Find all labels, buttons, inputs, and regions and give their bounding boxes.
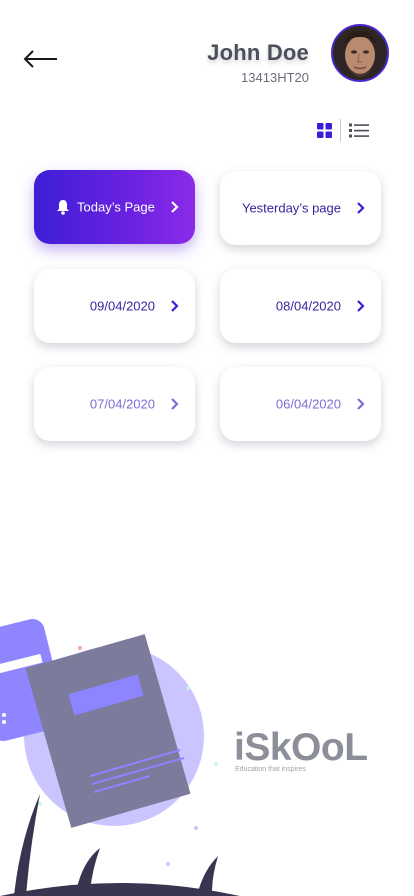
chevron-right-icon bbox=[357, 398, 365, 410]
card-label: Yesterday’s page bbox=[241, 200, 341, 216]
card-yesterdays-page[interactable]: Yesterday’s page bbox=[220, 171, 381, 245]
back-button[interactable] bbox=[20, 44, 64, 74]
user-name: John Doe bbox=[207, 40, 309, 65]
toggle-divider bbox=[340, 119, 341, 142]
user-info: John Doe 13413HT20 bbox=[207, 40, 309, 85]
card-date-page[interactable]: 07/04/2020 bbox=[34, 367, 195, 441]
card-date-page[interactable]: 09/04/2020 bbox=[34, 269, 195, 343]
arrow-left-icon bbox=[23, 50, 57, 68]
card-label: Today’s Page bbox=[77, 199, 155, 215]
bell-icon bbox=[57, 200, 69, 215]
brand-tagline: Education that inspires bbox=[235, 766, 306, 773]
list-view-icon bbox=[349, 123, 369, 138]
chevron-right-icon bbox=[171, 201, 179, 213]
grid-view-button[interactable] bbox=[316, 122, 333, 139]
card-label: 08/04/2020 bbox=[275, 298, 341, 314]
grid-view-icon bbox=[317, 123, 332, 138]
user-id: 13413HT20 bbox=[241, 70, 309, 85]
view-toggle bbox=[316, 119, 372, 143]
card-label: 09/04/2020 bbox=[89, 298, 155, 314]
list-view-button[interactable] bbox=[348, 122, 370, 139]
card-date-page[interactable]: 08/04/2020 bbox=[220, 269, 381, 343]
card-label: 06/04/2020 bbox=[275, 396, 341, 412]
card-label: 07/04/2020 bbox=[89, 396, 155, 412]
chevron-right-icon bbox=[171, 398, 179, 410]
chevron-right-icon bbox=[357, 202, 365, 214]
avatar-photo bbox=[333, 26, 387, 80]
card-todays-page[interactable]: Today’s Page bbox=[34, 170, 195, 244]
chevron-right-icon bbox=[357, 300, 365, 312]
avatar[interactable] bbox=[331, 24, 389, 82]
brand-name: iSkOoL bbox=[234, 726, 368, 769]
card-date-page[interactable]: 06/04/2020 bbox=[220, 367, 381, 441]
chevron-right-icon bbox=[171, 300, 179, 312]
brand-logo: iSkOoL Education that inspires bbox=[234, 728, 374, 778]
